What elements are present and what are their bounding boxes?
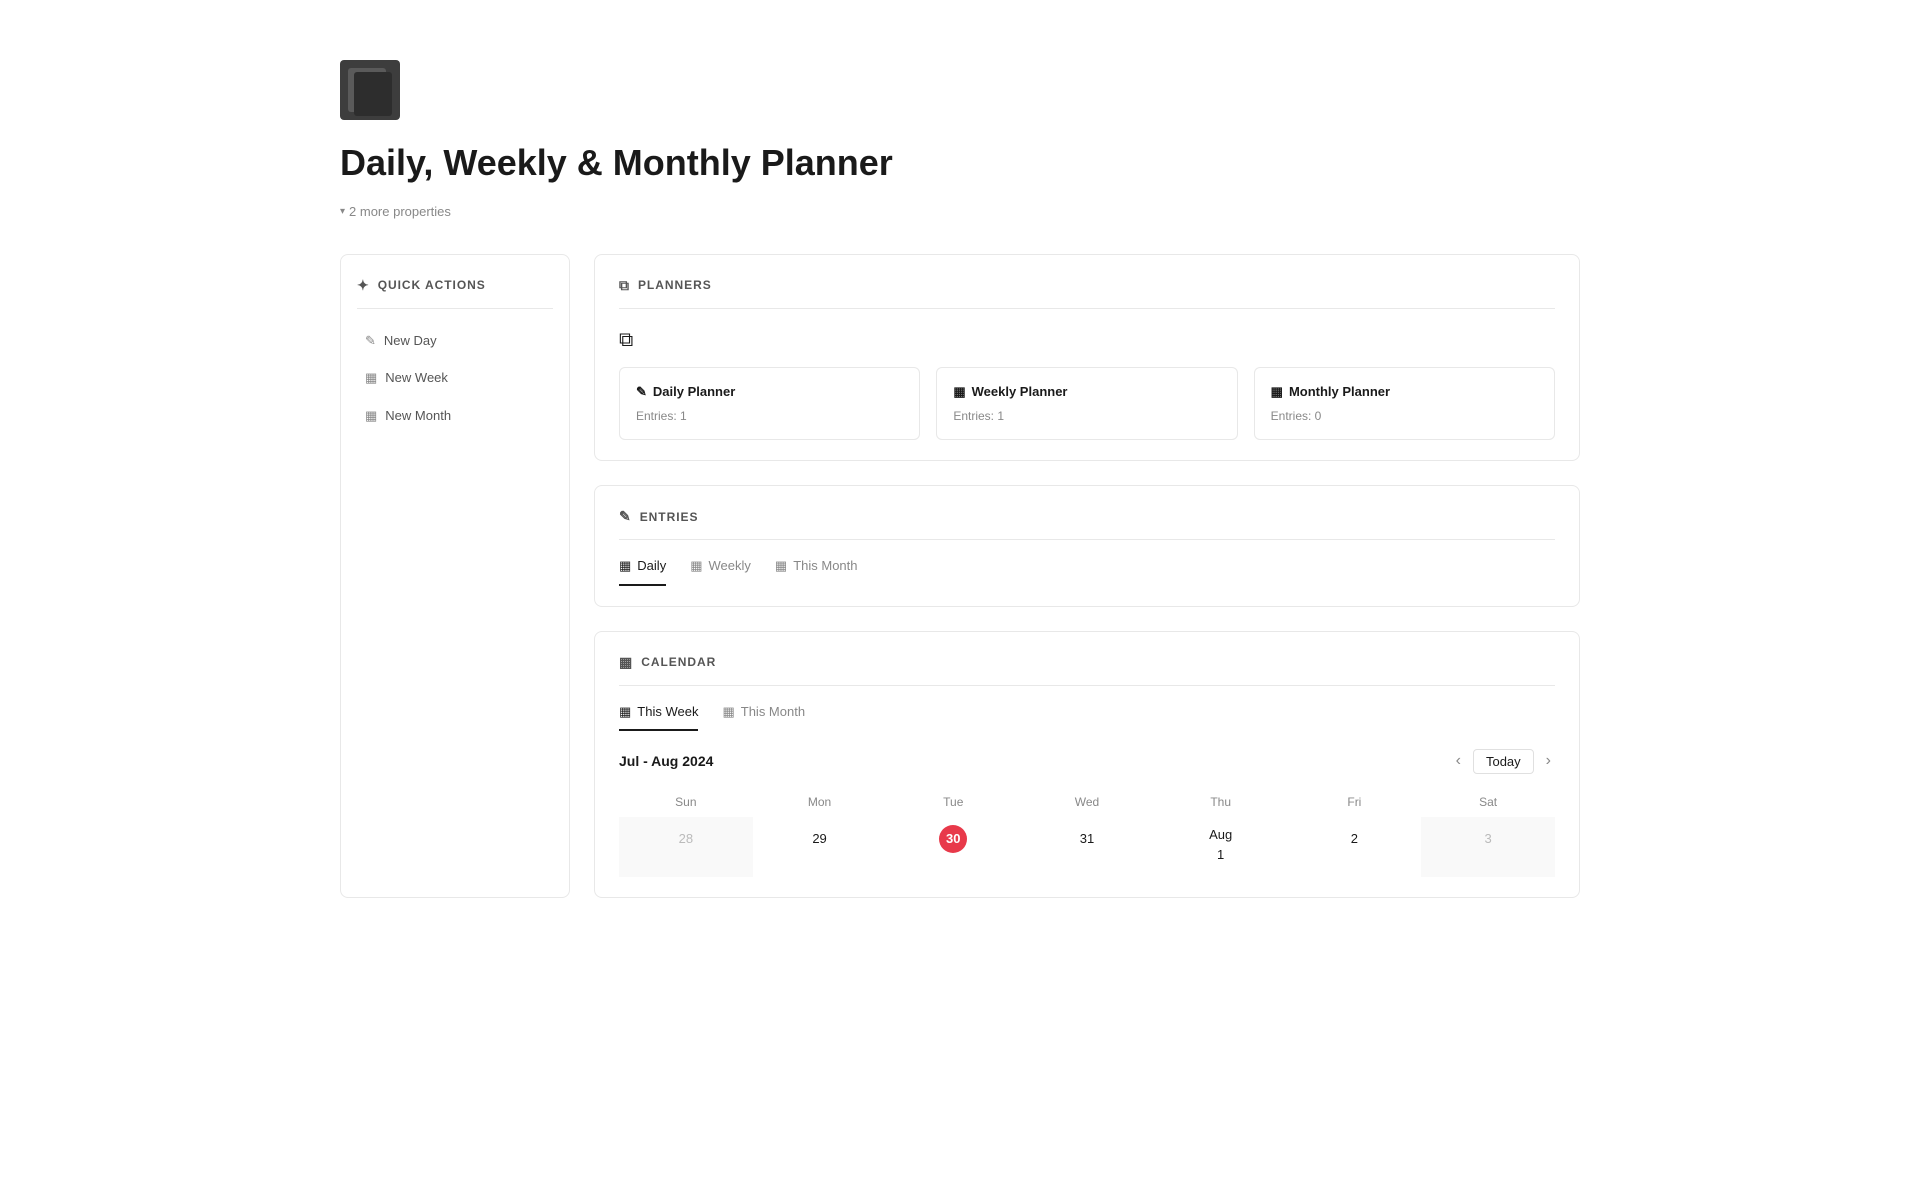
planner-icon-row: ⧉ bbox=[619, 325, 1555, 355]
tab-this-month-icon: ▦ bbox=[775, 556, 787, 576]
weekday-thu: Thu bbox=[1154, 787, 1288, 817]
tab-calendar-this-month-label: This Month bbox=[741, 702, 805, 722]
weekday-mon: Mon bbox=[753, 787, 887, 817]
page-title: Daily, Weekly & Monthly Planner bbox=[340, 136, 1580, 190]
weekday-sat: Sat bbox=[1421, 787, 1555, 817]
planners-title: PLANNERS bbox=[638, 276, 712, 294]
calendar-day-29[interactable]: 29 bbox=[753, 817, 887, 877]
planners-header: ⧉ PLANNERS bbox=[619, 275, 1555, 309]
calendar-card: ▦ CALENDAR ▦ This Week ▦ This Month Jul … bbox=[594, 631, 1580, 899]
calendar-range-label: Jul - Aug 2024 bbox=[619, 751, 713, 772]
day-number: 2 bbox=[1340, 825, 1368, 853]
entries-header: ✎ ENTRIES bbox=[619, 506, 1555, 540]
weekday-wed: Wed bbox=[1020, 787, 1154, 817]
weekly-planner-title: ▦ Weekly Planner bbox=[953, 382, 1220, 402]
entries-tabs: ▦ Daily ▦ Weekly ▦ This Month bbox=[619, 556, 1555, 586]
tab-this-week-icon: ▦ bbox=[619, 702, 631, 722]
monthly-planner-card[interactable]: ▦ Monthly Planner Entries: 0 bbox=[1254, 367, 1555, 441]
entries-card: ✎ ENTRIES ▦ Daily ▦ Weekly ▦ This Month bbox=[594, 485, 1580, 607]
entries-title: ENTRIES bbox=[640, 508, 699, 526]
calendar-header-row: ▦ CALENDAR bbox=[619, 652, 1555, 686]
pencil-icon bbox=[365, 331, 376, 351]
daily-planner-title: ✎ Daily Planner bbox=[636, 382, 903, 402]
calendar-grid: Sun Mon Tue Wed Thu Fri Sat 28 bbox=[619, 787, 1555, 877]
new-week-button[interactable]: New Week bbox=[357, 362, 553, 394]
page-icon bbox=[340, 60, 1580, 120]
day-number-today: 30 bbox=[939, 825, 967, 853]
main-area: ⧉ PLANNERS ⧉ ✎ Daily Planner Entries: 1 bbox=[594, 254, 1580, 899]
calendar-section-icon: ▦ bbox=[619, 652, 633, 673]
daily-planner-icon: ✎ bbox=[636, 382, 647, 402]
tab-weekly[interactable]: ▦ Weekly bbox=[690, 556, 751, 586]
new-week-label: New Week bbox=[385, 368, 448, 388]
monthly-planner-entries: Entries: 0 bbox=[1271, 407, 1538, 425]
tab-daily-icon: ▦ bbox=[619, 556, 631, 576]
tab-this-week[interactable]: ▦ This Week bbox=[619, 702, 698, 732]
tab-daily[interactable]: ▦ Daily bbox=[619, 556, 666, 586]
calendar-next-arrow[interactable]: › bbox=[1542, 747, 1555, 775]
calendar-title-label: CALENDAR bbox=[641, 653, 716, 671]
tab-daily-label: Daily bbox=[637, 556, 666, 576]
tab-weekly-icon: ▦ bbox=[690, 556, 702, 576]
new-month-label: New Month bbox=[385, 406, 451, 426]
day-number: 29 bbox=[806, 825, 834, 853]
calendar-day-aug1[interactable]: Aug 1 bbox=[1154, 817, 1288, 877]
calendar-day-28[interactable]: 28 bbox=[619, 817, 753, 877]
more-properties-label: 2 more properties bbox=[349, 202, 451, 222]
day-number: 3 bbox=[1474, 825, 1502, 853]
pencil-section-icon: ✎ bbox=[619, 506, 632, 527]
day-number: 31 bbox=[1073, 825, 1101, 853]
quick-actions-title: QUICK ACTIONS bbox=[378, 276, 486, 294]
today-button[interactable]: Today bbox=[1473, 749, 1534, 774]
weekly-planner-entries: Entries: 1 bbox=[953, 407, 1220, 425]
page-wrapper: Daily, Weekly & Monthly Planner ▾ 2 more… bbox=[260, 0, 1660, 982]
calendar-nav-controls: ‹ Today › bbox=[1452, 747, 1555, 775]
calendar-day-30[interactable]: 30 bbox=[886, 817, 1020, 877]
daily-planner-entries: Entries: 1 bbox=[636, 407, 903, 425]
page-icon-image bbox=[340, 60, 400, 120]
weekday-sun: Sun bbox=[619, 787, 753, 817]
sparkle-icon bbox=[357, 275, 370, 296]
calendar-day-3[interactable]: 3 bbox=[1421, 817, 1555, 877]
content-grid: QUICK ACTIONS New Day New Week New Month bbox=[340, 254, 1580, 899]
new-day-label: New Day bbox=[384, 331, 437, 351]
calendar-tabs: ▦ This Week ▦ This Month bbox=[619, 702, 1555, 732]
calendar-day-2[interactable]: 2 bbox=[1288, 817, 1422, 877]
calendar-navigation: Jul - Aug 2024 ‹ Today › bbox=[619, 747, 1555, 775]
daily-planner-card[interactable]: ✎ Daily Planner Entries: 1 bbox=[619, 367, 920, 441]
new-day-button[interactable]: New Day bbox=[357, 325, 553, 357]
weekday-tue: Tue bbox=[886, 787, 1020, 817]
quick-actions-card: QUICK ACTIONS New Day New Week New Month bbox=[340, 254, 570, 899]
more-properties-toggle[interactable]: ▾ 2 more properties bbox=[340, 202, 1580, 222]
tab-this-month[interactable]: ▦ This Month bbox=[775, 556, 858, 586]
weekday-fri: Fri bbox=[1288, 787, 1422, 817]
tab-this-month-label: This Month bbox=[793, 556, 857, 576]
calendar-icon bbox=[365, 368, 377, 388]
tab-weekly-label: Weekly bbox=[709, 556, 751, 576]
planners-card: ⧉ PLANNERS ⧉ ✎ Daily Planner Entries: 1 bbox=[594, 254, 1580, 462]
calendar-day-31[interactable]: 31 bbox=[1020, 817, 1154, 877]
weekly-planner-card[interactable]: ▦ Weekly Planner Entries: 1 bbox=[936, 367, 1237, 441]
tab-this-week-label: This Week bbox=[637, 702, 698, 722]
monthly-planner-title: ▦ Monthly Planner bbox=[1271, 382, 1538, 402]
day-number: Aug 1 bbox=[1207, 831, 1235, 859]
day-number: 28 bbox=[672, 825, 700, 853]
planner-cards-row: ✎ Daily Planner Entries: 1 ▦ Weekly Plan… bbox=[619, 367, 1555, 441]
monthly-planner-icon: ▦ bbox=[1271, 382, 1283, 402]
tab-calendar-this-month-icon: ▦ bbox=[722, 702, 734, 722]
book-icon: ⧉ bbox=[619, 275, 630, 296]
calendar-prev-arrow[interactable]: ‹ bbox=[1452, 747, 1465, 775]
quick-actions-list: New Day New Week New Month bbox=[357, 325, 553, 432]
calendar-weekday-row: Sun Mon Tue Wed Thu Fri Sat bbox=[619, 787, 1555, 817]
planner-notebook-icon: ⧉ bbox=[619, 329, 633, 351]
new-month-button[interactable]: New Month bbox=[357, 400, 553, 432]
tab-calendar-this-month[interactable]: ▦ This Month bbox=[722, 702, 805, 732]
weekly-planner-icon: ▦ bbox=[953, 382, 965, 402]
calendar-icon bbox=[365, 406, 377, 426]
calendar-week-row: 28 29 30 31 Aug bbox=[619, 817, 1555, 877]
chevron-down-icon: ▾ bbox=[340, 204, 345, 219]
quick-actions-header: QUICK ACTIONS bbox=[357, 275, 553, 309]
